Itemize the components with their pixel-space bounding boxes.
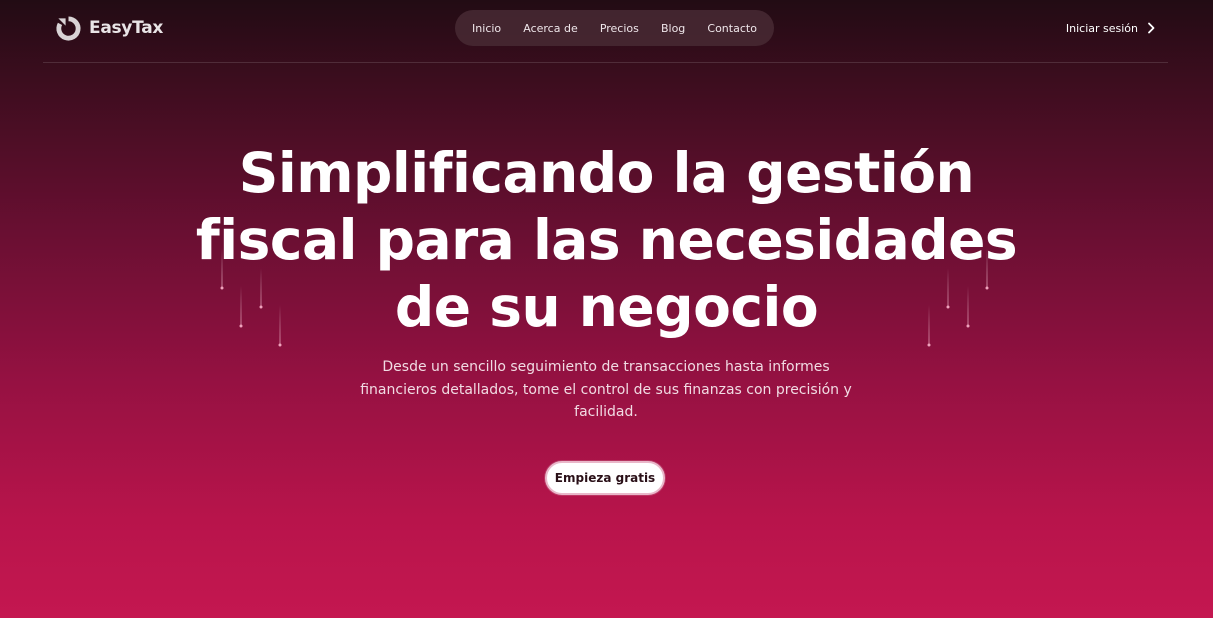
- nav-item-blog[interactable]: Blog: [661, 18, 685, 39]
- start-free-button[interactable]: Empieza gratis: [545, 461, 665, 495]
- hero-title-line: de su negocio: [394, 275, 819, 339]
- nav-item-acerca-de[interactable]: Acerca de: [523, 18, 577, 39]
- nav-item-precios[interactable]: Precios: [600, 18, 639, 39]
- hero-subtitle-line: financieros detallados, tome el control …: [360, 381, 852, 398]
- main-nav: Inicio Acerca de Precios Blog Contacto: [455, 10, 774, 46]
- brand-logo-link[interactable]: EasyTax: [55, 14, 163, 42]
- hero-subtitle-line: facilidad.: [574, 404, 638, 420]
- hero-title: Simplificando la gestión fiscal para las…: [0, 140, 1213, 341]
- login-link[interactable]: Iniciar sesión: [1066, 18, 1156, 38]
- nav-item-contacto[interactable]: Contacto: [707, 18, 757, 39]
- brand-name: EasyTax: [89, 18, 164, 38]
- chevron-right-icon: [1148, 22, 1155, 34]
- hero-subtitle: Desde un sencillo seguimiento de transac…: [356, 356, 856, 424]
- hero-subtitle-line: Desde un sencillo seguimiento de transac…: [382, 359, 830, 375]
- hero-title-line: Simplificando la gestión: [238, 141, 975, 205]
- easytax-logo-icon: [56, 15, 81, 41]
- hero-title-line: fiscal para las necesidades: [195, 208, 1018, 272]
- login-label: Iniciar sesión: [1065, 21, 1138, 35]
- top-navigation-bar: EasyTax Inicio Acerca de Precios Blog Co…: [43, 0, 1168, 63]
- nav-item-inicio[interactable]: Inicio: [472, 18, 501, 39]
